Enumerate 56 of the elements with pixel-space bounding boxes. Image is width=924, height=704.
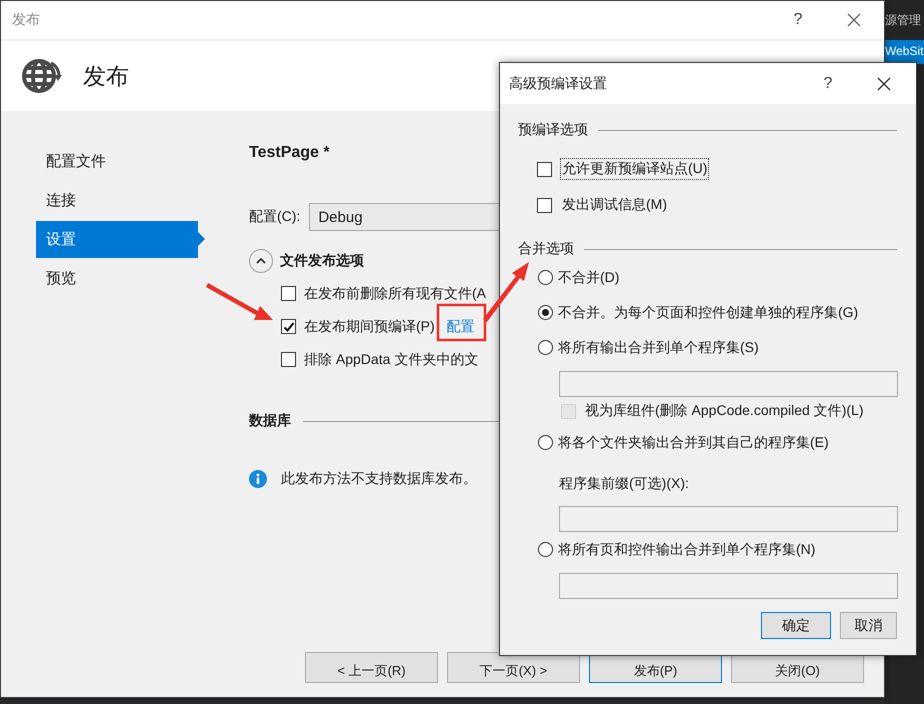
globe-icon (21, 57, 63, 95)
panel-title: 源管理 (884, 12, 922, 29)
input-field[interactable] (559, 573, 898, 599)
checkbox-label: 视为库组件(删除 AppCode.compiled 文件)(L) (584, 401, 865, 420)
field-label: 程序集前缀(可选)(X): (558, 474, 690, 493)
sidebar-item[interactable]: 设置 (36, 221, 205, 258)
highlight-box (436, 304, 486, 342)
dialog-button[interactable]: < 上一页(R) (305, 652, 438, 683)
dialog-button[interactable]: 下一页(X) > (447, 652, 580, 683)
window-title: 发布 (12, 11, 41, 29)
radio-label: 不合并(D) (557, 268, 620, 287)
checkbox-label: 排除 AppData 文件夹中的文 (304, 350, 478, 368)
group-title: 合并选项 (518, 240, 574, 258)
section-title: 数据库 (249, 412, 291, 430)
chevron-icon (256, 258, 266, 264)
checkbox[interactable] (281, 286, 296, 301)
close-icon (846, 12, 862, 28)
configure-link[interactable]: 配置 (446, 318, 475, 336)
sidebar-item[interactable]: 配置文件 (36, 143, 205, 180)
tree-item[interactable]: WebSit (884, 40, 924, 64)
checkbox[interactable] (537, 198, 552, 212)
info-icon (249, 470, 267, 488)
input-field[interactable] (559, 506, 898, 532)
input-field[interactable] (559, 371, 898, 397)
window-title: 高级预编译设置 (509, 74, 608, 92)
radio-button[interactable] (538, 305, 553, 320)
checkmark-icon (282, 320, 294, 332)
annotation-arrow (206, 283, 273, 320)
group-title: 预编译选项 (518, 121, 588, 139)
dialog-button[interactable]: 取消 (840, 612, 897, 639)
radio-label: 将所有输出合并到单个程序集(S) (557, 338, 760, 357)
radio-label: 将所有页和控件输出合并到单个程序集(N) (557, 540, 816, 559)
checkbox[interactable] (537, 162, 552, 176)
page-heading: 发布 (83, 62, 129, 90)
profile-name: TestPage * (249, 144, 331, 163)
radio-button[interactable] (538, 435, 553, 450)
checkbox-label: 允许更新预编译站点(U) (560, 158, 710, 180)
checkbox[interactable] (281, 319, 296, 334)
sidebar-item[interactable]: 连接 (36, 182, 205, 219)
radio-label: 不合并。为每个页面和控件创建单独的程序集(G) (557, 302, 860, 322)
radio-button[interactable] (538, 340, 553, 355)
close-icon (876, 76, 892, 92)
section-title: 文件发布选项 (280, 252, 364, 270)
collapse-button[interactable] (249, 249, 273, 273)
help-button[interactable]: ? (818, 74, 838, 92)
sidebar-item[interactable]: 预览 (36, 260, 205, 297)
info-message: 此发布方法不支持数据库发布。 (281, 470, 477, 488)
checkbox-label: 在发布前删除所有现有文件(A (304, 284, 486, 302)
radio-button[interactable] (538, 270, 553, 285)
checkbox[interactable] (281, 352, 296, 367)
checkbox-label: 在发布期间预编译(P) (304, 318, 435, 336)
radio-button[interactable] (538, 542, 553, 557)
radio-label: 将各个文件夹输出合并到其自己的程序集(E) (557, 432, 830, 452)
help-button[interactable]: ? (788, 11, 808, 29)
field-label: 配置(C): (249, 208, 300, 226)
dialog-button[interactable]: 确定 (761, 612, 831, 639)
